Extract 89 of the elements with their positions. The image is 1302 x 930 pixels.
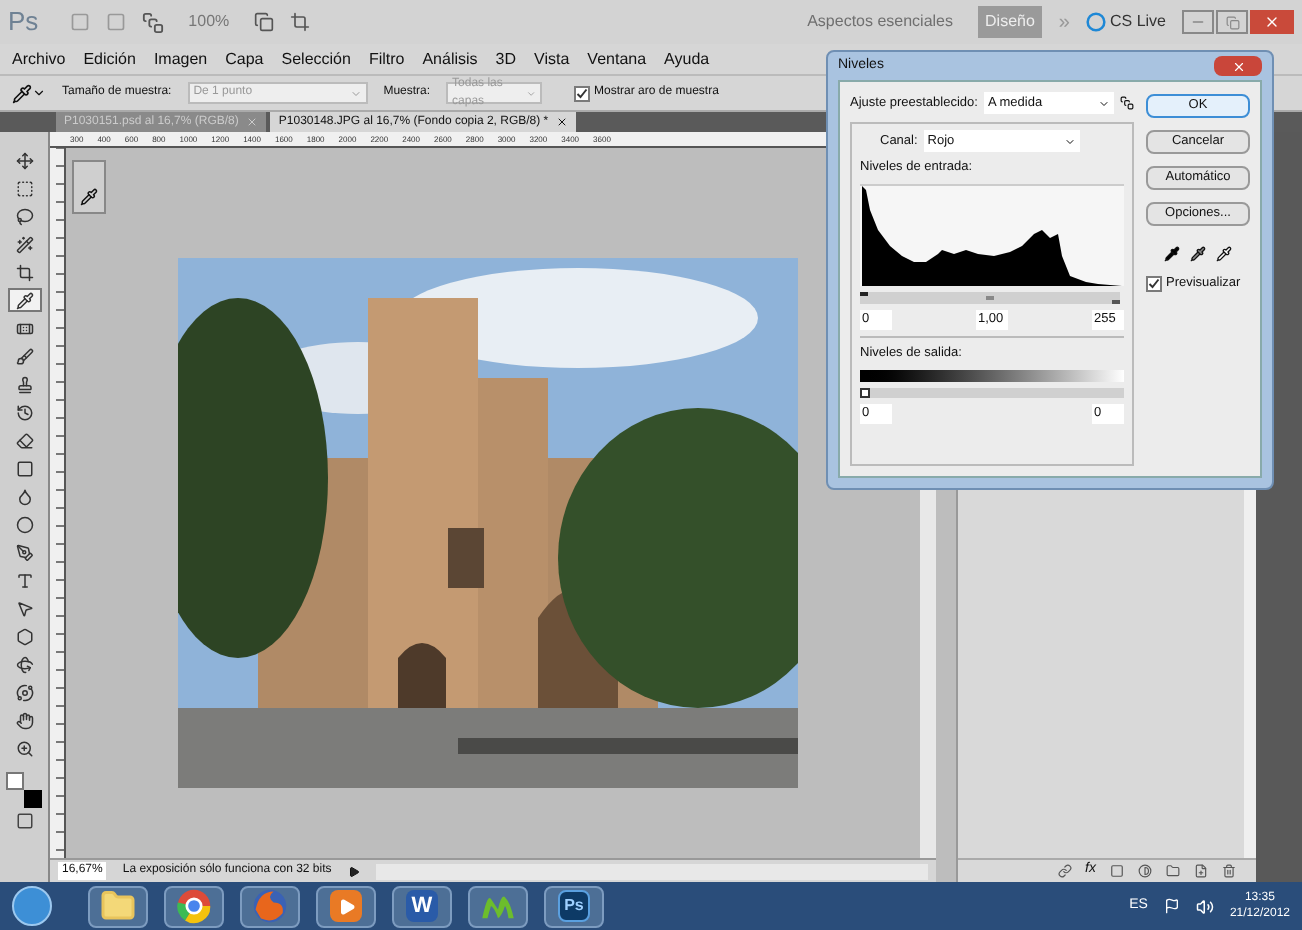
eyedropper-icon[interactable] bbox=[1190, 246, 1206, 262]
eraser-icon bbox=[15, 431, 33, 449]
eyedropper-icon[interactable] bbox=[1216, 246, 1232, 262]
adjustment-icon[interactable] bbox=[1138, 864, 1152, 878]
menu-item[interactable]: Ayuda bbox=[664, 47, 710, 71]
horizontal-scrollbar[interactable] bbox=[375, 863, 928, 879]
background-color-swatch[interactable] bbox=[24, 790, 42, 808]
lasso-icon bbox=[15, 207, 33, 225]
new-layer-icon[interactable] bbox=[1194, 864, 1208, 878]
close-icon bbox=[1231, 59, 1245, 73]
crop-icon bbox=[15, 263, 33, 281]
pen-icon bbox=[15, 543, 33, 561]
slider-handle[interactable] bbox=[986, 295, 994, 300]
view-extras-icon[interactable] bbox=[142, 11, 165, 33]
wand-icon bbox=[15, 235, 33, 253]
close-button[interactable] bbox=[1214, 56, 1262, 76]
taskbar-app-button[interactable] bbox=[164, 885, 224, 927]
brush-icon bbox=[15, 347, 33, 365]
screen-mode-icon[interactable] bbox=[289, 12, 310, 32]
menu-item[interactable]: Imagen bbox=[153, 47, 208, 71]
caret-icon bbox=[1098, 97, 1110, 109]
menu-item[interactable]: Selección bbox=[281, 47, 351, 71]
menu-item[interactable]: Vista bbox=[534, 47, 570, 71]
stamp-icon bbox=[15, 375, 33, 393]
taskbar-app-button[interactable]: W bbox=[392, 885, 452, 927]
eyedropper-icon[interactable] bbox=[12, 83, 32, 103]
dodge-icon bbox=[15, 515, 33, 533]
trash-icon[interactable] bbox=[1222, 864, 1236, 878]
eyedropper-tool[interactable] bbox=[7, 288, 41, 312]
menu-item[interactable]: Ventana bbox=[587, 47, 647, 71]
menu-item[interactable]: Análisis bbox=[422, 47, 478, 71]
arrange-icon[interactable] bbox=[253, 12, 274, 32]
close-icon[interactable] bbox=[556, 116, 569, 128]
taskbar-app-button[interactable] bbox=[316, 885, 376, 927]
quick-mask-icon[interactable] bbox=[15, 812, 33, 830]
move-icon bbox=[15, 151, 33, 169]
fox-globe-icon bbox=[252, 888, 288, 924]
slider-handle[interactable] bbox=[860, 387, 870, 397]
zoom-icon bbox=[15, 739, 33, 757]
browser-icon bbox=[176, 888, 212, 924]
slider-handle[interactable] bbox=[860, 291, 868, 296]
healing-icon bbox=[15, 319, 33, 337]
folder-icon bbox=[100, 888, 136, 924]
mask-icon[interactable] bbox=[1110, 864, 1124, 878]
eyedropper-icon[interactable] bbox=[1164, 246, 1180, 262]
photoshop-icon: Ps bbox=[558, 890, 590, 922]
preset-options-icon[interactable] bbox=[1120, 96, 1134, 110]
gradient-icon bbox=[15, 459, 33, 477]
link-icon[interactable] bbox=[1057, 864, 1072, 878]
menu-item[interactable]: 3D bbox=[495, 47, 517, 71]
menu-item[interactable]: Filtro bbox=[368, 47, 405, 71]
checkbox[interactable] bbox=[574, 85, 591, 101]
hand-icon bbox=[15, 711, 33, 729]
cs-live-icon bbox=[1085, 12, 1106, 32]
taskbar-app-button[interactable]: Ps bbox=[544, 885, 604, 927]
menu-item[interactable]: Edición bbox=[83, 47, 136, 71]
volume-icon[interactable] bbox=[1195, 897, 1214, 915]
menu-item[interactable]: Archivo bbox=[12, 47, 66, 71]
foreground-color-swatch[interactable] bbox=[6, 772, 24, 790]
caret-icon bbox=[1064, 135, 1076, 147]
taskbar-app-button[interactable] bbox=[88, 885, 148, 927]
menu-item[interactable]: Capa bbox=[225, 47, 264, 71]
caret-icon bbox=[525, 87, 537, 99]
caret-icon[interactable] bbox=[32, 86, 46, 100]
close-icon bbox=[1264, 14, 1280, 30]
blur-icon bbox=[15, 487, 33, 505]
cs-live-menu[interactable]: CS Live bbox=[1109, 10, 1166, 34]
folder-icon[interactable] bbox=[1166, 864, 1180, 878]
orbit3d-icon bbox=[15, 683, 33, 701]
history-icon bbox=[15, 403, 33, 421]
start-button[interactable] bbox=[12, 886, 52, 926]
media-player-icon bbox=[330, 890, 362, 922]
shape-icon bbox=[15, 627, 33, 645]
eyedropper-icon bbox=[15, 291, 33, 309]
taskbar-app-button[interactable] bbox=[468, 885, 528, 927]
m-logo-icon bbox=[480, 892, 516, 920]
word-icon: W bbox=[406, 890, 438, 922]
app-logo: Ps bbox=[8, 4, 39, 41]
expand-icon[interactable] bbox=[347, 865, 360, 877]
caret-icon bbox=[349, 87, 362, 99]
slider-handle[interactable] bbox=[1112, 299, 1120, 304]
select-icon bbox=[15, 599, 33, 617]
color-sampler-icon[interactable] bbox=[80, 188, 98, 206]
type-icon bbox=[15, 571, 33, 589]
flag-icon[interactable] bbox=[1163, 898, 1180, 914]
marquee-icon bbox=[15, 179, 33, 197]
checkbox[interactable] bbox=[1146, 275, 1162, 292]
rotate3d-icon bbox=[15, 655, 33, 673]
restore-icon bbox=[1225, 15, 1239, 29]
